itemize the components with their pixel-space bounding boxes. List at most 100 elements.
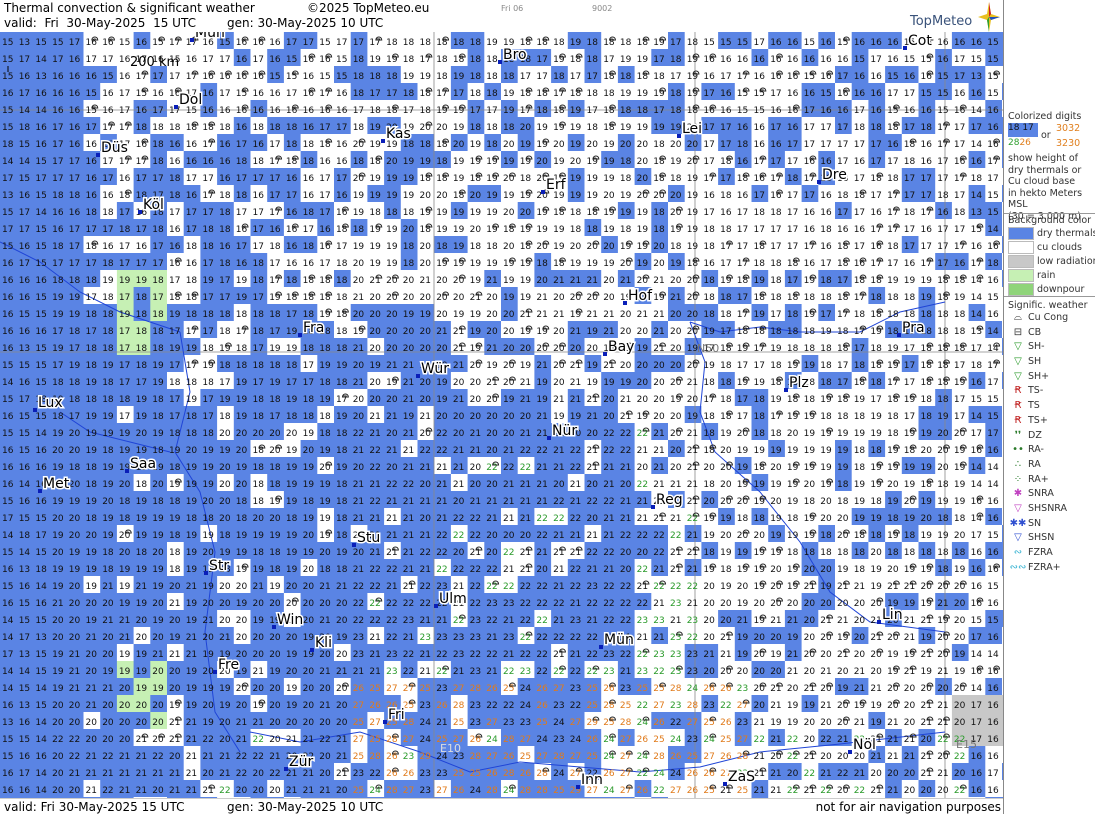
thermal-value: 16 <box>86 191 98 201</box>
thermal-value: 19 <box>720 548 732 558</box>
thermal-value: 19 <box>804 429 816 439</box>
thermal-value: 13 <box>19 38 30 48</box>
thermal-value: 18 <box>904 548 916 558</box>
thermal-value: 21 <box>520 514 531 524</box>
thermal-value: 19 <box>236 548 248 558</box>
thermal-value: 16 <box>837 89 849 99</box>
thermal-value: 19 <box>369 191 381 201</box>
thermal-value: 16 <box>35 497 47 507</box>
thermal-value: 20 <box>670 208 682 218</box>
thermal-value: 16 <box>987 276 999 286</box>
weather-map[interactable]: 1513151517161615161517171615161616171715… <box>0 32 1003 798</box>
thermal-value: 21 <box>670 548 681 558</box>
thermal-value: 19 <box>904 395 916 405</box>
thermal-value: 18 <box>336 293 348 303</box>
thermal-value: 22 <box>637 565 648 575</box>
thermal-value: 18 <box>954 548 966 558</box>
thermal-value: 20 <box>653 259 665 269</box>
thermal-value: 22 <box>603 548 614 558</box>
thermal-value: 16 <box>35 89 47 99</box>
thermal-value: 17 <box>737 225 748 235</box>
thermal-value: 21 <box>386 531 397 541</box>
thermal-value: 16 <box>921 72 933 82</box>
thermal-value: 17 <box>587 106 598 116</box>
thermal-value: 18 <box>253 259 265 269</box>
thermal-value: 18 <box>720 293 732 303</box>
thermal-value: 19 <box>353 191 365 201</box>
thermal-value: 21 <box>403 497 414 507</box>
thermal-value: 21 <box>536 361 547 371</box>
thermal-value: 18 <box>804 327 816 337</box>
thermal-value: 17 <box>887 225 898 235</box>
thermal-value: 19 <box>86 497 98 507</box>
thermal-value: 17 <box>169 327 180 337</box>
thermal-value: 16 <box>19 463 31 473</box>
thermal-value: 18 <box>236 361 248 371</box>
thermal-value: 16 <box>253 191 265 201</box>
thermal-value: 17 <box>269 259 280 269</box>
thermal-value: 15 <box>19 429 30 439</box>
thermal-value: 16 <box>303 123 315 133</box>
thermal-value: 21 <box>536 412 547 422</box>
thermal-value: 21 <box>470 497 481 507</box>
thermal-value: 19 <box>921 429 933 439</box>
thermal-value: 19 <box>86 582 98 592</box>
thermal-value: 23 <box>670 599 681 609</box>
thermal-value: 20 <box>286 429 298 439</box>
thermal-value: 17 <box>169 412 180 422</box>
thermal-value: 19 <box>837 463 849 473</box>
thermal-value: 19 <box>52 463 64 473</box>
thermal-value: 20 <box>319 548 331 558</box>
thermal-value: 19 <box>553 242 565 252</box>
thermal-value: 22 <box>420 599 431 609</box>
thermal-value: 22 <box>453 514 464 524</box>
thermal-value: 20 <box>670 191 682 201</box>
thermal-value: 19 <box>369 225 381 235</box>
thermal-value: 21 <box>486 514 497 524</box>
thermal-value: 20 <box>587 480 599 490</box>
thermal-value: 19 <box>169 310 181 320</box>
thermal-value: 17 <box>971 531 982 541</box>
thermal-value: 16 <box>921 106 933 116</box>
thermal-value: 16 <box>770 38 782 48</box>
thermal-value: 15 <box>35 293 46 303</box>
thermal-value: 17 <box>119 89 130 99</box>
thermal-value: 21 <box>536 429 547 439</box>
thermal-value: 15 <box>854 55 865 65</box>
thermal-value: 19 <box>703 327 715 337</box>
thermal-value: 18 <box>486 55 498 65</box>
thermal-value: 18 <box>52 191 64 201</box>
thermal-value: 21 <box>436 616 447 626</box>
thermal-value: 18 <box>336 446 348 456</box>
thermal-value: 18 <box>921 344 933 354</box>
thermal-value: 20 <box>102 633 114 643</box>
thermal-value: 19 <box>136 514 148 524</box>
thermal-value: 22 <box>436 565 447 575</box>
thermal-value: 15 <box>987 72 998 82</box>
thermal-value: 17 <box>854 327 865 337</box>
thermal-value: 17 <box>703 123 714 133</box>
thermal-value: 18 <box>904 140 916 150</box>
thermal-value: 17 <box>269 157 280 167</box>
thermal-value: 20 <box>637 276 649 286</box>
thermal-value: 21 <box>770 616 781 626</box>
thermal-value: 21 <box>570 378 581 388</box>
thermal-value: 18 <box>436 72 448 82</box>
thermal-value: 21 <box>653 514 664 524</box>
thermal-value: 15 <box>152 38 163 48</box>
thermal-value: 18 <box>854 276 866 286</box>
thermal-value: 20 <box>670 310 682 320</box>
thermal-value: 22 <box>653 548 664 558</box>
thermal-value: 20 <box>770 463 782 473</box>
thermal-value: 21 <box>570 497 581 507</box>
thermal-value: 18 <box>536 259 548 269</box>
thermal-value: 19 <box>854 514 866 524</box>
thermal-value: 18 <box>603 106 615 116</box>
thermal-value: 19 <box>286 446 298 456</box>
thermal-value: 17 <box>787 208 798 218</box>
thermal-value: 16 <box>787 123 799 133</box>
thermal-value: 18 <box>336 259 348 269</box>
thermal-value: 18 <box>202 344 214 354</box>
thermal-value: 21 <box>453 446 464 456</box>
thermal-value: 19 <box>52 344 64 354</box>
